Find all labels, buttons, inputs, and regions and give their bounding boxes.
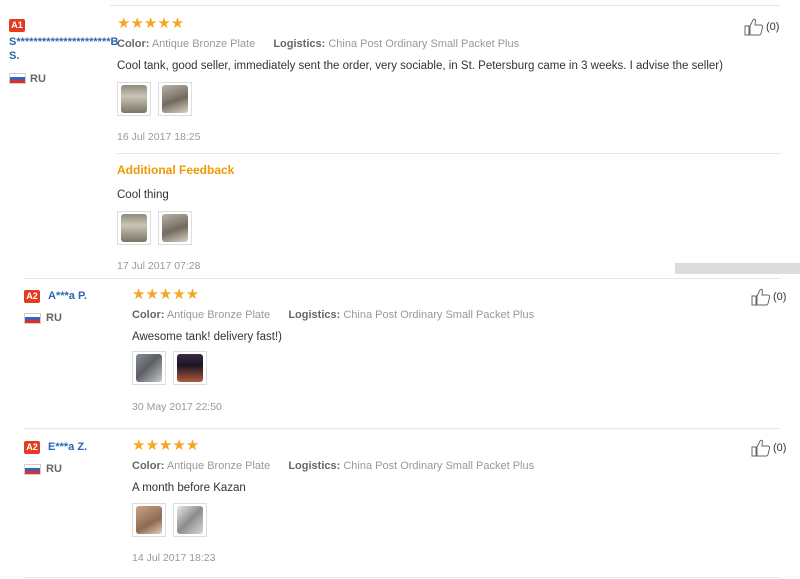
star-rating: ★★★★★ — [132, 437, 200, 454]
reviewer-name[interactable]: S**********************B S. — [9, 35, 118, 63]
additional-photo[interactable] — [158, 211, 192, 245]
review-date: 16 Jul 2017 18:25 — [117, 131, 201, 143]
review-photo[interactable] — [173, 503, 207, 537]
review-text: Cool tank, good seller, immediately sent… — [117, 60, 723, 72]
buyer-level-badge: A2 — [24, 290, 40, 303]
order-info: Color: Antique Bronze Plate Logistics: C… — [132, 308, 534, 322]
review-date: 14 Jul 2017 18:23 — [132, 552, 216, 564]
additional-feedback-text: Cool thing — [117, 189, 169, 201]
order-info: Color: Antique Bronze Plate Logistics: C… — [117, 37, 519, 51]
helpful-count: (0) — [773, 291, 787, 303]
color-value: Antique Bronze Plate — [166, 460, 271, 472]
logistics-value: China Post Ordinary Small Packet Plus — [343, 460, 535, 472]
scroll-track — [675, 263, 800, 274]
color-value: Antique Bronze Plate — [151, 38, 256, 50]
color-label: Color: — [132, 460, 165, 472]
reviewer-country: RU — [46, 312, 62, 324]
additional-photo[interactable] — [117, 211, 151, 245]
top-divider — [110, 5, 780, 6]
russia-flag-icon — [24, 313, 41, 324]
buyer-level-badge: A1 — [9, 19, 25, 32]
logistics-label: Logistics: — [273, 38, 326, 50]
helpful-button[interactable]: (0) — [751, 288, 786, 306]
reviewer-country: RU — [46, 463, 62, 475]
review-text: A month before Kazan — [132, 482, 246, 494]
star-rating: ★★★★★ — [117, 15, 185, 32]
thumbs-up-icon — [751, 439, 771, 457]
logistics-value: China Post Ordinary Small Packet Plus — [328, 38, 520, 50]
review-photo[interactable] — [132, 503, 166, 537]
reviewer-name[interactable]: A***a P. — [48, 289, 87, 303]
logistics-label: Logistics: — [288, 460, 341, 472]
russia-flag-icon — [24, 464, 41, 475]
logistics-label: Logistics: — [288, 309, 341, 321]
review-photo[interactable] — [132, 351, 166, 385]
review-photo[interactable] — [158, 82, 192, 116]
review-photo[interactable] — [173, 351, 207, 385]
additional-divider — [117, 153, 781, 154]
additional-feedback-date: 17 Jul 2017 07:28 — [117, 260, 201, 272]
star-rating: ★★★★★ — [132, 286, 200, 303]
helpful-button[interactable]: (0) — [751, 439, 786, 457]
review-text: Awesome tank! delivery fast!) — [132, 331, 282, 343]
review-photo[interactable] — [117, 82, 151, 116]
russia-flag-icon — [9, 73, 26, 84]
color-label: Color: — [132, 309, 165, 321]
helpful-count: (0) — [773, 442, 787, 454]
reviewer-name-line: S. — [9, 50, 20, 62]
thumbs-up-icon — [744, 18, 764, 36]
color-label: Color: — [117, 38, 150, 50]
reviewer-country: RU — [30, 73, 46, 85]
review-divider — [24, 577, 780, 578]
buyer-level-badge: A2 — [24, 441, 40, 454]
thumbs-up-icon — [751, 288, 771, 306]
review-divider — [24, 278, 780, 279]
reviewer-name[interactable]: E***a Z. — [48, 440, 87, 454]
review-date: 30 May 2017 22:50 — [132, 401, 222, 413]
review-divider — [24, 428, 780, 429]
color-value: Antique Bronze Plate — [166, 309, 271, 321]
reviewer-name-line: S**********************B — [9, 36, 119, 48]
order-info: Color: Antique Bronze Plate Logistics: C… — [132, 459, 534, 473]
logistics-value: China Post Ordinary Small Packet Plus — [343, 309, 535, 321]
additional-feedback-title: Additional Feedback — [117, 163, 235, 177]
helpful-count: (0) — [766, 21, 780, 33]
helpful-button[interactable]: (0) — [744, 18, 779, 36]
